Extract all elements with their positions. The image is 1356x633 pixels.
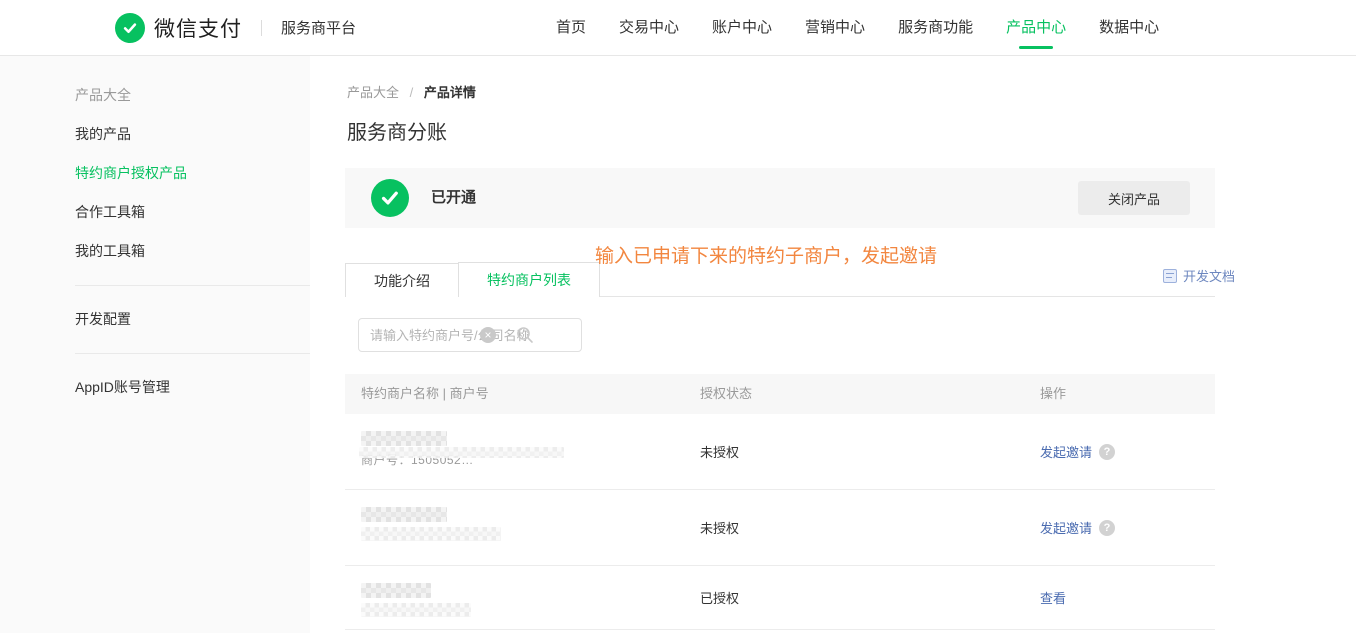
- auth-status: 已授权: [700, 566, 739, 629]
- redacted-merchant-name: [361, 583, 431, 598]
- search-box: ×: [358, 318, 582, 352]
- auth-status: 未授权: [700, 414, 739, 489]
- nav-item-2[interactable]: 账户中心: [712, 0, 772, 55]
- col-merchant-name: 特约商户名称 | 商户号: [361, 374, 489, 414]
- dev-doc-link[interactable]: 开发文档: [1163, 266, 1235, 285]
- breadcrumb-separator: /: [410, 85, 414, 100]
- redacted-merchant-name: [361, 507, 447, 522]
- table-row-2: 已授权 查看: [345, 566, 1215, 630]
- action-cell: 发起邀请?: [1040, 490, 1115, 565]
- redaction-overlay: [359, 447, 564, 458]
- nav-item-3[interactable]: 营销中心: [805, 0, 865, 55]
- success-check-icon: [371, 179, 409, 217]
- sidebar-item-0[interactable]: 产品大全: [0, 76, 310, 115]
- table-row-0: 商户号：1505052… 未授权 发起邀请?: [345, 414, 1215, 490]
- merchant-name-cell: [361, 507, 501, 541]
- sidebar-item-3[interactable]: 合作工具箱: [0, 193, 310, 232]
- merchant-table: 特约商户名称 | 商户号 授权状态 操作 商户号：1505052…未授权发起邀请…: [345, 374, 1215, 630]
- action-cell: 发起邀请?: [1040, 414, 1115, 489]
- redacted-merchant-id: [361, 603, 471, 617]
- breadcrumb-parent[interactable]: 产品大全: [347, 85, 399, 100]
- brand-title: 微信支付: [154, 13, 242, 43]
- help-icon[interactable]: ?: [1099, 444, 1115, 460]
- table-body: 商户号：1505052…未授权发起邀请?未授权发起邀请?已授权查看: [345, 414, 1215, 630]
- dev-doc-label: 开发文档: [1183, 266, 1235, 285]
- action-link[interactable]: 发起邀请: [1040, 442, 1092, 461]
- breadcrumb: 产品大全 / 产品详情: [347, 82, 476, 101]
- wechat-pay-brand[interactable]: 微信支付 服务商平台: [115, 0, 356, 55]
- sidebar-item-2[interactable]: 特约商户授权产品: [0, 154, 310, 193]
- breadcrumb-current: 产品详情: [424, 85, 476, 100]
- sidebar: 产品大全我的产品特约商户授权产品合作工具箱我的工具箱开发配置 AppID账号管理: [0, 56, 310, 633]
- search-icon[interactable]: [516, 326, 534, 344]
- merchant-id-wrap: 商户号：1505052…: [361, 451, 474, 466]
- nav-items: 首页交易中心账户中心营销中心服务商功能产品中心数据中心: [556, 0, 1159, 55]
- sidebar-divider: [75, 353, 310, 354]
- merchant-name-cell: 商户号：1505052…: [361, 431, 474, 466]
- nav-item-0[interactable]: 首页: [556, 0, 586, 55]
- merchant-name-cell: [361, 583, 471, 617]
- sidebar-item-6[interactable]: 开发配置: [0, 300, 310, 339]
- action-link[interactable]: 查看: [1040, 588, 1066, 607]
- sidebar-item-8[interactable]: AppID账号管理: [0, 368, 310, 407]
- col-actions: 操作: [1040, 374, 1066, 414]
- status-label: 已开通: [431, 168, 476, 228]
- auth-status: 未授权: [700, 490, 739, 565]
- status-box: 已开通 关闭产品: [345, 168, 1215, 228]
- redacted-merchant-name: [361, 431, 447, 446]
- main-content: 产品大全 / 产品详情 服务商分账 已开通 关闭产品 输入已申请下来的特约子商户…: [345, 56, 1215, 633]
- top-navbar: 微信支付 服务商平台 首页交易中心账户中心营销中心服务商功能产品中心数据中心: [0, 0, 1356, 56]
- nav-item-4[interactable]: 服务商功能: [898, 0, 973, 55]
- nav-item-5[interactable]: 产品中心: [1006, 0, 1066, 55]
- platform-label: 服务商平台: [281, 17, 356, 38]
- sidebar-item-4[interactable]: 我的工具箱: [0, 232, 310, 271]
- page-title: 服务商分账: [347, 116, 447, 145]
- table-row-1: 未授权 发起邀请?: [345, 490, 1215, 566]
- wechat-pay-logo-icon: [115, 13, 145, 43]
- action-cell: 查看: [1040, 566, 1066, 629]
- clear-icon[interactable]: ×: [480, 327, 496, 343]
- annotation-text: 输入已申请下来的特约子商户，发起邀请: [595, 241, 937, 268]
- nav-item-6[interactable]: 数据中心: [1099, 0, 1159, 55]
- sidebar-item-1[interactable]: 我的产品: [0, 115, 310, 154]
- close-product-button[interactable]: 关闭产品: [1078, 181, 1190, 215]
- col-auth-status: 授权状态: [700, 374, 752, 414]
- tab-0[interactable]: 功能介绍: [345, 263, 459, 297]
- document-icon: [1163, 269, 1177, 283]
- brand-divider: [261, 20, 262, 36]
- sidebar-divider: [75, 285, 310, 286]
- nav-item-1[interactable]: 交易中心: [619, 0, 679, 55]
- table-header: 特约商户名称 | 商户号 授权状态 操作: [345, 374, 1215, 414]
- search-input[interactable]: [358, 318, 582, 352]
- tab-1[interactable]: 特约商户列表: [458, 262, 600, 297]
- action-link[interactable]: 发起邀请: [1040, 518, 1092, 537]
- help-icon[interactable]: ?: [1099, 520, 1115, 536]
- redacted-merchant-id: [361, 527, 501, 541]
